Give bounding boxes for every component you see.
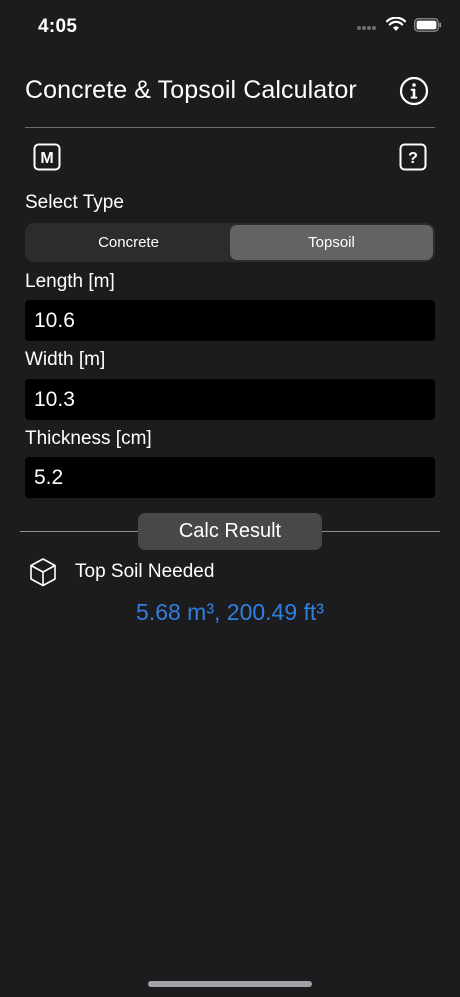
help-button[interactable]: ? [399,143,427,171]
battery-icon [414,17,442,37]
status-time: 4:05 [38,16,78,37]
header-divider [25,127,435,128]
result-value: 5.68 m³, 200.49 ft³ [136,599,324,625]
segment-topsoil[interactable]: Topsoil [230,225,433,260]
m-square-icon: M [33,143,61,171]
signal-dots-icon [356,18,378,36]
cube-icon [27,556,59,588]
type-segmented-control: Concrete Topsoil [25,223,435,262]
segment-concrete[interactable]: Concrete [27,225,230,260]
units-button[interactable]: M [33,143,61,171]
thickness-field[interactable]: 5.2 [25,457,435,498]
thickness-label: Thickness [cm] [25,428,152,449]
length-label: Length [m] [25,271,115,292]
info-circle-icon [399,76,429,106]
status-bar: 4:05 [0,0,460,54]
wifi-icon [385,16,407,37]
question-square-icon: ? [399,143,427,171]
calc-result-button[interactable]: Calc Result [138,513,322,550]
width-label: Width [m] [25,349,106,370]
result-row: Top Soil Needed [25,556,435,588]
length-field[interactable]: 10.6 [25,300,435,341]
status-icons [356,16,442,37]
width-field[interactable]: 10.3 [25,379,435,420]
page-title: Concrete & Topsoil Calculator [25,76,357,104]
header: Concrete & Topsoil Calculator [0,62,460,122]
help-button-label: ? [408,150,418,167]
home-indicator[interactable] [148,981,312,987]
select-type-label: Select Type [25,192,124,213]
units-button-label: M [40,150,53,167]
info-button[interactable] [399,76,429,106]
result-label: Top Soil Needed [75,561,215,582]
